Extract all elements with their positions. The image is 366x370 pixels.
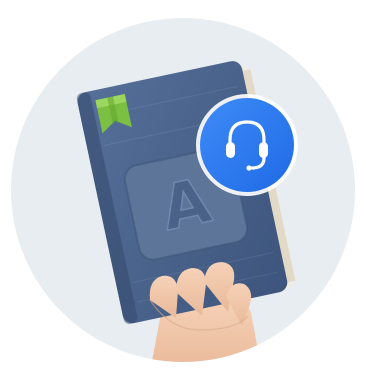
- illustration-canvas: A: [11, 18, 355, 362]
- headset-badge: [196, 94, 298, 196]
- help-illustration: A: [0, 0, 366, 370]
